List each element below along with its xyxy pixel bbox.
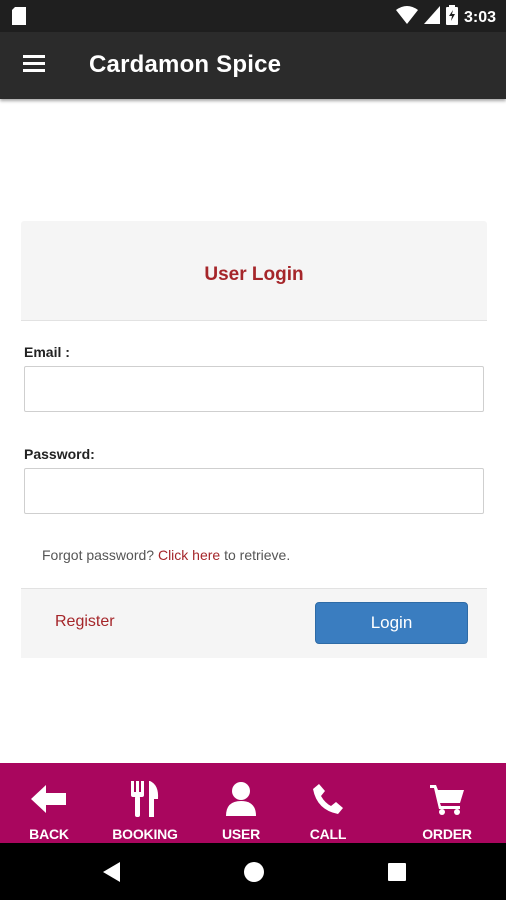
wifi-icon	[395, 6, 418, 29]
email-field[interactable]	[24, 366, 484, 412]
nav-back-label: BACK	[29, 826, 69, 842]
status-icons: 3:03	[395, 5, 496, 30]
hamburger-menu-icon[interactable]	[22, 53, 48, 77]
nav-call[interactable]: CALL	[283, 763, 373, 843]
forgot-password-link[interactable]: Click here	[158, 547, 220, 563]
password-field[interactable]	[24, 468, 484, 514]
login-card-footer: Register Login	[21, 588, 487, 658]
forgot-prefix: Forgot password?	[42, 547, 155, 563]
sd-card-icon	[12, 7, 26, 30]
email-label: Email :	[24, 344, 70, 360]
status-bar: 3:03	[0, 0, 506, 32]
nav-booking-label: BOOKING	[112, 826, 178, 842]
signal-icon	[423, 6, 440, 29]
password-label: Password:	[24, 446, 95, 462]
nav-call-label: CALL	[309, 826, 347, 842]
nav-user-label: USER	[221, 826, 261, 842]
bottom-nav: BACK BOOKING USER CALL ORDER	[0, 763, 506, 843]
login-card: User Login Email : Password: Forgot pass…	[21, 221, 487, 658]
nav-order[interactable]: ORDER	[402, 763, 492, 843]
forgot-suffix: to retrieve.	[224, 547, 291, 563]
battery-icon	[445, 5, 458, 30]
phone-icon	[308, 781, 348, 817]
home-circle-icon[interactable]	[242, 860, 266, 884]
forgot-password-text: Forgot password? Click here to retrieve.	[42, 547, 290, 563]
register-link[interactable]: Register	[55, 613, 115, 631]
nav-order-label: ORDER	[422, 826, 472, 842]
recents-square-icon[interactable]	[385, 860, 409, 884]
login-button[interactable]: Login	[315, 602, 468, 644]
system-nav-bar	[0, 843, 506, 900]
nav-user[interactable]: USER	[196, 763, 286, 843]
cart-icon	[427, 781, 467, 817]
user-icon	[221, 781, 261, 817]
arrow-left-icon	[29, 781, 69, 817]
nav-booking[interactable]: BOOKING	[100, 763, 190, 843]
login-card-header: User Login	[21, 221, 487, 321]
app-title: Cardamon Spice	[89, 51, 282, 78]
status-time: 3:03	[463, 8, 496, 26]
nav-back[interactable]: BACK	[4, 763, 94, 843]
login-title: User Login	[204, 264, 304, 285]
fork-knife-icon	[125, 781, 165, 817]
back-triangle-icon[interactable]	[100, 860, 124, 884]
app-bar: Cardamon Spice	[0, 32, 506, 99]
